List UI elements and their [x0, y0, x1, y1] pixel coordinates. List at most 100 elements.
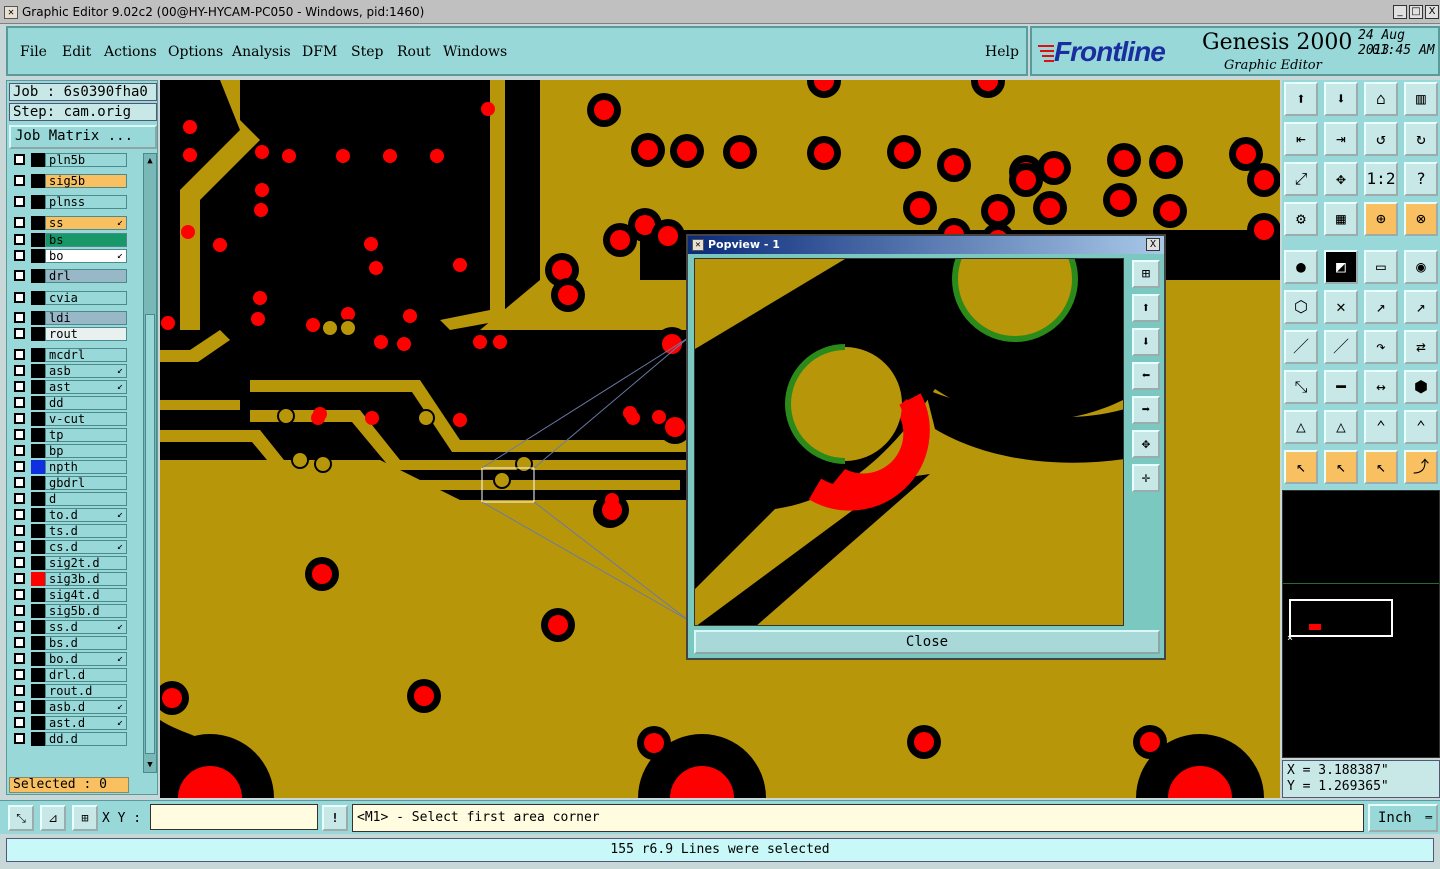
layer-row-tp[interactable]: tp — [9, 428, 129, 442]
layer-row-bo[interactable]: bo ↙ — [9, 249, 129, 263]
layer-row-mcdrl[interactable]: mcdrl — [9, 348, 129, 362]
layer-row-cvia[interactable]: cvia — [9, 291, 129, 305]
layer-checkbox[interactable] — [14, 653, 25, 664]
layer-checkbox[interactable] — [14, 733, 25, 744]
layer-checkbox[interactable] — [14, 445, 25, 456]
layer-color-swatch[interactable] — [31, 524, 45, 538]
info-button[interactable]: ! — [322, 805, 348, 831]
layer-checkbox[interactable] — [14, 621, 25, 632]
layer-row-gbdrl[interactable]: gbdrl — [9, 476, 129, 490]
layer-name[interactable]: cvia — [45, 291, 127, 305]
overview-viewport[interactable] — [1289, 599, 1393, 637]
layer-name[interactable]: ldi — [45, 311, 127, 325]
layer-color-swatch[interactable] — [31, 540, 45, 554]
layer-color-swatch[interactable] — [31, 233, 45, 247]
layer-row-d[interactable]: d — [9, 492, 129, 506]
layer-checkbox[interactable] — [14, 669, 25, 680]
menu-edit[interactable]: Edit — [62, 44, 91, 60]
select-net-icon[interactable]: ⤴ — [1404, 450, 1438, 484]
layer-row-asb-d[interactable]: asb.d ↙ — [9, 700, 129, 714]
minimize-button[interactable]: _ — [1393, 5, 1407, 19]
layer-checkbox[interactable] — [14, 525, 25, 536]
undo-icon[interactable]: ↺ — [1364, 122, 1398, 156]
select-arrow-icon[interactable]: ↖ — [1284, 450, 1318, 484]
layer-checkbox[interactable] — [14, 605, 25, 616]
layer-row-sig5b-d[interactable]: sig5b.d — [9, 604, 129, 618]
layer-checkbox[interactable] — [14, 234, 25, 245]
layer-row-to-d[interactable]: to.d ↙ — [9, 508, 129, 522]
layer-row-sig4t-d[interactable]: sig4t.d — [9, 588, 129, 602]
layer-row-ss-d[interactable]: ss.d ↙ — [9, 620, 129, 634]
layer-name[interactable]: cs.d ↙ — [45, 540, 127, 554]
layer-name[interactable]: sig2t.d — [45, 556, 127, 570]
layer-row-ldi[interactable]: ldi — [9, 311, 129, 325]
layer-name[interactable]: npth — [45, 460, 127, 474]
layer-name[interactable]: to.d ↙ — [45, 508, 127, 522]
layer-checkbox[interactable] — [14, 328, 25, 339]
layer-color-swatch[interactable] — [31, 620, 45, 634]
layer-name[interactable]: sig5b — [45, 174, 127, 188]
angle-alt-icon[interactable]: △ — [1324, 410, 1358, 444]
layer-checkbox[interactable] — [14, 397, 25, 408]
layer-color-swatch[interactable] — [31, 588, 45, 602]
maximize-button[interactable]: □ — [1409, 5, 1423, 19]
layer-name[interactable]: dd.d — [45, 732, 127, 746]
menu-options[interactable]: Options — [168, 44, 223, 60]
arc-icon[interactable]: ⌃ — [1364, 410, 1398, 444]
layer-color-swatch[interactable] — [31, 174, 45, 188]
layer-row-cs-d[interactable]: cs.d ↙ — [9, 540, 129, 554]
layer-color-swatch[interactable] — [31, 380, 45, 394]
layer-color-swatch[interactable] — [31, 684, 45, 698]
layer-checkbox[interactable] — [14, 685, 25, 696]
layer-name[interactable]: rout — [45, 327, 127, 341]
layer-color-swatch[interactable] — [31, 428, 45, 442]
polygon-icon[interactable]: ⬢ — [1404, 370, 1438, 404]
layer-color-swatch[interactable] — [31, 364, 45, 378]
grid-icon[interactable]: ▦ — [1324, 202, 1358, 236]
layer-checkbox[interactable] — [14, 365, 25, 376]
layer-row-plnss[interactable]: plnss — [9, 195, 129, 209]
select-poly-icon[interactable]: ↖ — [1364, 450, 1398, 484]
popview-close-button[interactable]: Close — [694, 630, 1160, 654]
measure-icon[interactable]: ↔ — [1364, 370, 1398, 404]
layer-row-v-cut[interactable]: v-cut — [9, 412, 129, 426]
slash-icon[interactable]: ／ — [1324, 330, 1358, 364]
layer-row-rout-d[interactable]: rout.d — [9, 684, 129, 698]
layer-checkbox[interactable] — [14, 381, 25, 392]
minus-icon[interactable]: ━ — [1324, 370, 1358, 404]
menu-actions[interactable]: Actions — [104, 44, 157, 60]
menu-file[interactable]: File — [20, 44, 47, 60]
layer-checkbox[interactable] — [14, 509, 25, 520]
popview-pan-right-button[interactable]: ➡ — [1132, 396, 1160, 424]
query-icon[interactable]: ? — [1404, 162, 1438, 196]
layer-row-bs-d[interactable]: bs.d — [9, 636, 129, 650]
layer-checkbox[interactable] — [14, 250, 25, 261]
layer-name[interactable]: asb ↙ — [45, 364, 127, 378]
layer-row-asb[interactable]: asb ↙ — [9, 364, 129, 378]
layer-checkbox[interactable] — [14, 196, 25, 207]
layer-checkbox[interactable] — [14, 717, 25, 728]
layer-name[interactable]: sig5b.d — [45, 604, 127, 618]
layer-color-swatch[interactable] — [31, 604, 45, 618]
layer-name[interactable]: ast.d ↙ — [45, 716, 127, 730]
layer-color-swatch[interactable] — [31, 327, 45, 341]
layer-checkbox[interactable] — [14, 175, 25, 186]
menu-help[interactable]: Help — [985, 44, 1019, 60]
pad-select-icon[interactable]: ● — [1284, 250, 1318, 284]
zoom-center-icon[interactable]: ✥ — [1324, 162, 1358, 196]
layer-checkbox[interactable] — [14, 573, 25, 584]
layer-row-bs[interactable]: bs — [9, 233, 129, 247]
layer-checkbox[interactable] — [14, 217, 25, 228]
menu-analysis[interactable]: Analysis — [232, 44, 291, 60]
layer-row-ast[interactable]: ast ↙ — [9, 380, 129, 394]
angle-icon[interactable]: △ — [1284, 410, 1318, 444]
layer-name[interactable]: ast ↙ — [45, 380, 127, 394]
pan-left-icon[interactable]: ⇤ — [1284, 122, 1318, 156]
layer-row-ast-d[interactable]: ast.d ↙ — [9, 716, 129, 730]
layer-row-drl-d[interactable]: drl.d — [9, 668, 129, 682]
menu-step[interactable]: Step — [351, 44, 383, 60]
layer-color-swatch[interactable] — [31, 348, 45, 362]
layer-name[interactable]: asb.d ↙ — [45, 700, 127, 714]
popview-pan-left-button[interactable]: ⬅ — [1132, 362, 1160, 390]
menu-dfm[interactable]: DFM — [302, 44, 337, 60]
